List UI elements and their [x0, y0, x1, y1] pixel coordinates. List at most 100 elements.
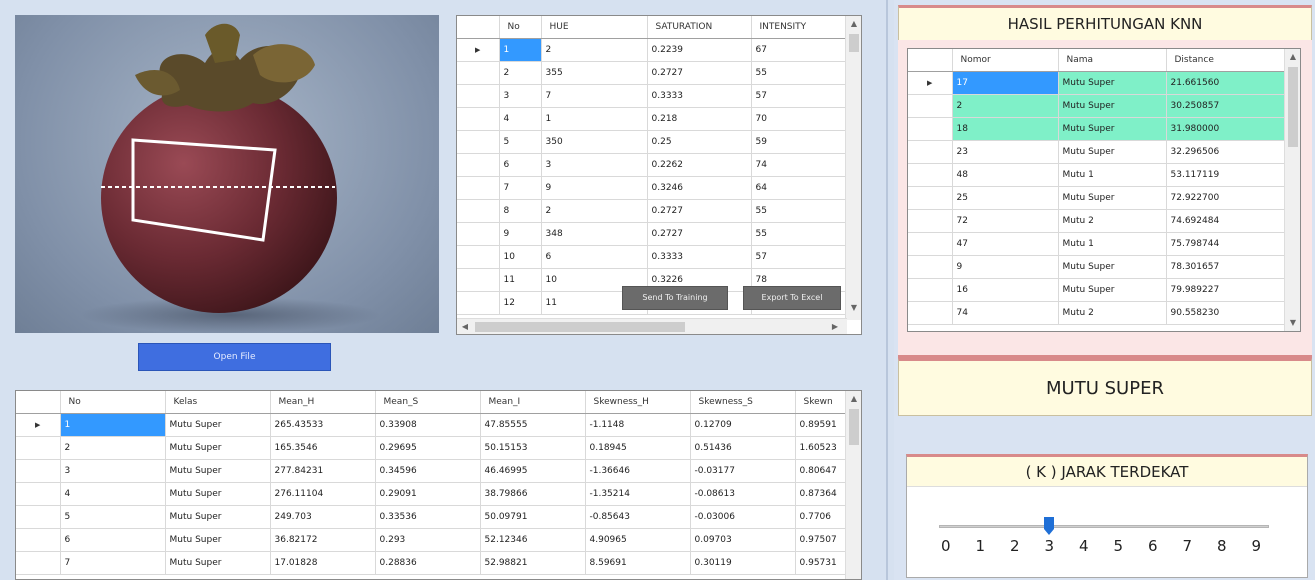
row-header[interactable] — [457, 222, 500, 246]
row-header[interactable] — [457, 268, 500, 292]
table-cell[interactable]: 57 — [751, 84, 848, 108]
row-header[interactable] — [457, 199, 500, 223]
table-cell[interactable]: 0.218 — [647, 107, 752, 131]
table-cell[interactable]: 5 — [499, 130, 542, 154]
column-header[interactable]: HUE — [541, 16, 648, 39]
table-cell[interactable]: 12 — [499, 291, 542, 315]
table-cell[interactable]: 32.296506 — [1166, 140, 1287, 164]
table-cell[interactable]: 0.29091 — [375, 482, 481, 506]
table-row[interactable]: 9 Mutu Super 78.301657 — [908, 255, 1287, 279]
column-header[interactable]: Nama — [1058, 49, 1167, 72]
table-cell[interactable]: 1 — [60, 413, 166, 437]
table-cell[interactable]: 3 — [499, 84, 542, 108]
table-cell[interactable]: 17 — [952, 71, 1059, 95]
table-row[interactable]: 25 Mutu Super 72.922700 — [908, 186, 1287, 210]
table-cell[interactable]: -0.08613 — [690, 482, 796, 506]
k-slider-thumb[interactable] — [1043, 517, 1054, 535]
table-row[interactable]: 9 348 0.2727 55 — [457, 222, 848, 246]
table-cell[interactable]: 64 — [751, 176, 848, 200]
row-header[interactable] — [457, 107, 500, 131]
table-cell[interactable]: 74 — [952, 301, 1059, 325]
scroll-left-icon[interactable]: ◀ — [457, 319, 473, 334]
table-cell[interactable]: 78.301657 — [1166, 255, 1287, 279]
table-row[interactable]: 5 350 0.25 59 — [457, 130, 848, 154]
table-cell[interactable]: 0.293 — [375, 528, 481, 552]
row-header[interactable] — [457, 84, 500, 108]
table-cell[interactable]: 0.89591 — [795, 413, 848, 437]
table-row[interactable]: 7 Mutu Super 17.01828 0.28836 52.98821 8.5969… — [16, 551, 848, 575]
row-header[interactable] — [457, 176, 500, 200]
column-header[interactable]: Skewness_H — [585, 391, 691, 414]
row-header[interactable] — [908, 140, 953, 164]
scroll-up-icon[interactable]: ▲ — [846, 391, 861, 407]
table-cell[interactable]: 70 — [751, 107, 848, 131]
table-cell[interactable]: 0.2727 — [647, 199, 752, 223]
table-row[interactable]: 3 Mutu Super 277.84231 0.34596 46.46995 -1.36… — [16, 459, 848, 483]
table-cell[interactable]: 0.33536 — [375, 505, 481, 529]
table-cell[interactable]: 74.692484 — [1166, 209, 1287, 233]
table-cell[interactable]: 75.798744 — [1166, 232, 1287, 256]
row-header[interactable]: ▶ — [457, 38, 500, 62]
table-cell[interactable]: Mutu Super — [1058, 117, 1167, 141]
row-header[interactable] — [908, 163, 953, 187]
table-cell[interactable]: 10 — [499, 245, 542, 269]
table-cell[interactable]: 0.2262 — [647, 153, 752, 177]
table-cell[interactable]: 18 — [952, 117, 1059, 141]
row-header[interactable] — [16, 482, 61, 506]
table-row[interactable]: 2 355 0.2727 55 — [457, 61, 848, 85]
table-cell[interactable]: 6 — [60, 528, 166, 552]
column-header[interactable]: No — [499, 16, 542, 39]
table-row[interactable]: ▶ 1 Mutu Super 265.43533 0.33908 47.85555 -1.1… — [16, 413, 848, 437]
table-row[interactable]: 7 9 0.3246 64 — [457, 176, 848, 200]
table-cell[interactable]: -1.36646 — [585, 459, 691, 483]
table-row[interactable]: 5 Mutu Super 249.703 0.33536 50.09791 -0.8564… — [16, 505, 848, 529]
table-cell[interactable]: 276.11104 — [270, 482, 376, 506]
table-cell[interactable]: 2 — [541, 38, 648, 62]
table-row[interactable]: 3 7 0.3333 57 — [457, 84, 848, 108]
row-header[interactable]: ▶ — [908, 71, 953, 95]
table-cell[interactable]: 55 — [751, 199, 848, 223]
row-header[interactable] — [457, 291, 500, 315]
table-cell[interactable]: 36.82172 — [270, 528, 376, 552]
table-row[interactable]: ▶ 17 Mutu Super 21.661560 — [908, 71, 1287, 95]
row-header[interactable] — [908, 255, 953, 279]
table-cell[interactable]: 47.85555 — [480, 413, 586, 437]
table-row[interactable]: 48 Mutu 1 53.117119 — [908, 163, 1287, 187]
table-cell[interactable]: 0.3246 — [647, 176, 752, 200]
table-cell[interactable]: Mutu Super — [1058, 140, 1167, 164]
row-header[interactable] — [16, 459, 61, 483]
table-cell[interactable]: 11 — [499, 268, 542, 292]
table-cell[interactable]: 0.80647 — [795, 459, 848, 483]
column-header[interactable]: No — [60, 391, 166, 414]
table-cell[interactable]: 21.661560 — [1166, 71, 1287, 95]
table-cell[interactable]: 59 — [751, 130, 848, 154]
table-cell[interactable]: 48 — [952, 163, 1059, 187]
table-row[interactable]: 18 Mutu Super 31.980000 — [908, 117, 1287, 141]
table-row[interactable]: 6 Mutu Super 36.82172 0.293 52.12346 4.90965 0… — [16, 528, 848, 552]
table-cell[interactable]: Mutu 2 — [1058, 209, 1167, 233]
table-cell[interactable]: 72.922700 — [1166, 186, 1287, 210]
table-cell[interactable]: 6 — [541, 245, 648, 269]
table-row[interactable]: 74 Mutu 2 90.558230 — [908, 301, 1287, 325]
table-cell[interactable]: 46.46995 — [480, 459, 586, 483]
table-cell[interactable]: 8 — [499, 199, 542, 223]
table-cell[interactable]: 5 — [60, 505, 166, 529]
pixel-grid-hscroll[interactable]: ◀ ▶ — [457, 318, 847, 334]
table-cell[interactable]: -1.1148 — [585, 413, 691, 437]
table-cell[interactable]: 52.12346 — [480, 528, 586, 552]
table-cell[interactable]: 4.90965 — [585, 528, 691, 552]
pixel-grid-vscroll[interactable]: ▲ ▼ — [845, 16, 861, 320]
column-header[interactable]: Mean_H — [270, 391, 376, 414]
table-cell[interactable]: 3 — [541, 153, 648, 177]
table-cell[interactable]: 47 — [952, 232, 1059, 256]
table-cell[interactable]: 0.30119 — [690, 551, 796, 575]
table-cell[interactable]: 6 — [499, 153, 542, 177]
training-data-grid[interactable]: No Kelas Mean_H Mean_S Mean_I Skewness_H Skewn… — [15, 390, 862, 580]
column-header[interactable]: Kelas — [165, 391, 271, 414]
table-cell[interactable]: Mutu Super — [1058, 278, 1167, 302]
table-cell[interactable]: 0.33908 — [375, 413, 481, 437]
table-cell[interactable]: 50.09791 — [480, 505, 586, 529]
scroll-thumb[interactable] — [475, 322, 685, 332]
table-cell[interactable]: Mutu Super — [165, 505, 271, 529]
row-header[interactable] — [16, 505, 61, 529]
